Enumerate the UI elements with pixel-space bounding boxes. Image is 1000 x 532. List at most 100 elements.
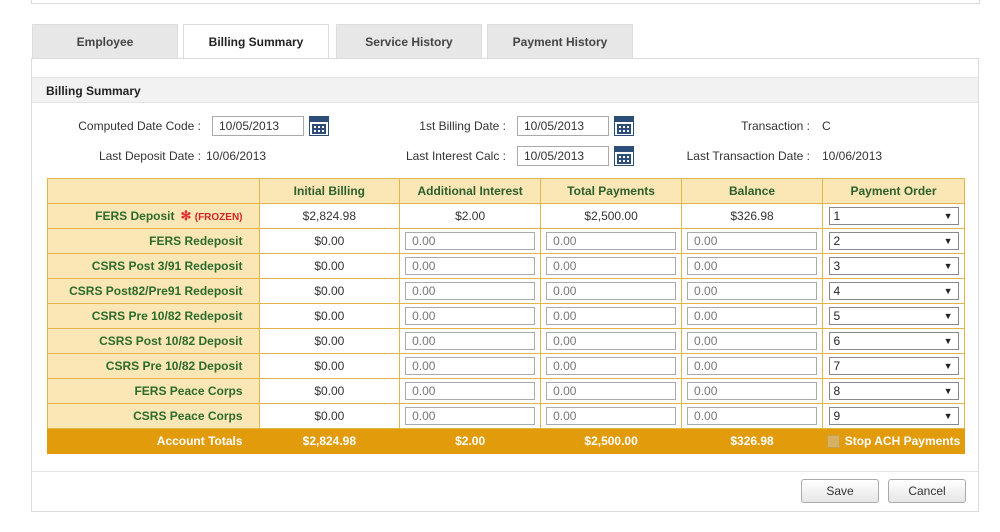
table-row: CSRS Post82/Pre91 Redeposit $0.00 4▼ bbox=[47, 278, 965, 304]
balance-value: $326.98 bbox=[681, 203, 824, 229]
row-label: CSRS Pre 10/82 Deposit bbox=[47, 353, 260, 379]
table-row: CSRS Post 10/82 Deposit $0.00 6▼ bbox=[47, 328, 965, 354]
initial-billing-value: $0.00 bbox=[258, 328, 401, 354]
payment-order-select[interactable]: 2 ▼ bbox=[828, 232, 959, 250]
balance-input[interactable] bbox=[687, 382, 818, 400]
frozen-asterisk-icon: ✻ bbox=[180, 208, 192, 223]
total-balance: $326.98 bbox=[681, 428, 824, 454]
last-transaction-date-label: Last Transaction Date : bbox=[686, 149, 810, 163]
top-frame bbox=[31, 0, 980, 4]
total-payments-input[interactable] bbox=[546, 282, 677, 300]
additional-interest-input[interactable] bbox=[405, 307, 536, 325]
totals-row: Account Totals $2,824.98 $2.00 $2,500.00… bbox=[47, 428, 965, 454]
transaction-label: Transaction : bbox=[741, 119, 810, 133]
calendar-icon[interactable] bbox=[309, 116, 329, 136]
balance-input[interactable] bbox=[687, 257, 818, 275]
last-deposit-date-value: 10/06/2013 bbox=[206, 149, 267, 163]
balance-input[interactable] bbox=[687, 282, 818, 300]
balance-input[interactable] bbox=[687, 357, 818, 375]
total-payments-input[interactable] bbox=[546, 357, 677, 375]
additional-interest-input[interactable] bbox=[405, 332, 536, 350]
dropdown-arrow-icon: ▼ bbox=[943, 411, 953, 421]
first-billing-date-label: 1st Billing Date : bbox=[419, 119, 506, 133]
total-payments: $2,500.00 bbox=[540, 428, 683, 454]
total-payments-value: $2,500.00 bbox=[540, 203, 683, 229]
row-label: FERS Deposit ✻ (FROZEN) bbox=[47, 203, 260, 229]
payment-order-select[interactable]: 4 ▼ bbox=[828, 282, 959, 300]
payment-order-select[interactable]: 6 ▼ bbox=[828, 332, 959, 350]
total-payments-input[interactable] bbox=[546, 232, 677, 250]
dropdown-arrow-icon: ▼ bbox=[943, 386, 953, 396]
computed-date-code-label: Computed Date Code : bbox=[78, 119, 201, 133]
tab-payment-history[interactable]: Payment History bbox=[487, 24, 633, 58]
frozen-label: (FROZEN) bbox=[194, 212, 243, 223]
payment-order-select[interactable]: 1 ▼ bbox=[828, 207, 959, 225]
billing-summary-panel: Billing Summary Computed Date Code : 1st… bbox=[31, 58, 979, 512]
stop-ach-cell: Stop ACH Payments bbox=[822, 428, 965, 454]
balance-input[interactable] bbox=[687, 332, 818, 350]
column-header: Payment Order bbox=[822, 178, 965, 204]
row-label: CSRS Peace Corps bbox=[47, 403, 260, 429]
payment-order-select[interactable]: 5 ▼ bbox=[828, 307, 959, 325]
column-header: Total Payments bbox=[540, 178, 683, 204]
initial-billing-value: $0.00 bbox=[258, 353, 401, 379]
payment-order-select[interactable]: 7 ▼ bbox=[828, 357, 959, 375]
save-button[interactable]: Save bbox=[801, 479, 879, 503]
additional-interest-input[interactable] bbox=[405, 257, 536, 275]
stop-ach-checkbox[interactable] bbox=[826, 435, 840, 449]
balance-input[interactable] bbox=[687, 407, 818, 425]
table-row: FERS Redeposit $0.00 2▼ bbox=[47, 228, 965, 254]
dropdown-arrow-icon: ▼ bbox=[943, 211, 953, 221]
additional-interest-input[interactable] bbox=[405, 282, 536, 300]
dropdown-arrow-icon: ▼ bbox=[943, 261, 953, 271]
total-payments-input[interactable] bbox=[546, 257, 677, 275]
initial-billing-value: $0.00 bbox=[258, 278, 401, 304]
stop-ach-label: Stop ACH Payments bbox=[844, 433, 961, 448]
section-title: Billing Summary bbox=[32, 77, 978, 103]
balance-input[interactable] bbox=[687, 232, 818, 250]
tab-billing-summary[interactable]: Billing Summary bbox=[183, 24, 329, 60]
last-transaction-date-value: 10/06/2013 bbox=[822, 149, 883, 163]
additional-interest-input[interactable] bbox=[405, 232, 536, 250]
additional-interest-input[interactable] bbox=[405, 357, 536, 375]
calendar-icon[interactable] bbox=[614, 146, 634, 166]
row-label: FERS Redeposit bbox=[47, 228, 260, 254]
row-label: CSRS Post82/Pre91 Redeposit bbox=[47, 278, 260, 304]
footer-divider bbox=[32, 471, 978, 472]
first-billing-date-input[interactable] bbox=[517, 116, 609, 136]
additional-interest-input[interactable] bbox=[405, 407, 536, 425]
table-row: CSRS Pre 10/82 Redeposit $0.00 5▼ bbox=[47, 303, 965, 329]
last-interest-calc-input[interactable] bbox=[517, 146, 609, 166]
computed-date-code-input[interactable] bbox=[212, 116, 304, 136]
last-deposit-date-label: Last Deposit Date : bbox=[98, 149, 201, 163]
calendar-icon[interactable] bbox=[614, 116, 634, 136]
totals-label: Account Totals bbox=[47, 428, 260, 454]
payment-order-select[interactable]: 3 ▼ bbox=[828, 257, 959, 275]
payment-order-select[interactable]: 8 ▼ bbox=[828, 382, 959, 400]
last-interest-calc-label: Last Interest Calc : bbox=[405, 149, 506, 163]
table-row: CSRS Post 3/91 Redeposit $0.00 3▼ bbox=[47, 253, 965, 279]
dropdown-arrow-icon: ▼ bbox=[943, 336, 953, 346]
table-row: FERS Deposit ✻ (FROZEN) $2,824.98 $2.00 $… bbox=[47, 203, 965, 229]
tab-employee[interactable]: Employee bbox=[32, 24, 178, 58]
row-label: CSRS Pre 10/82 Redeposit bbox=[47, 303, 260, 329]
total-payments-input[interactable] bbox=[546, 382, 677, 400]
billing-table: Initial Billing Additional Interest Tota… bbox=[47, 178, 965, 454]
table-row: CSRS Peace Corps $0.00 9▼ bbox=[47, 403, 965, 429]
total-additional-interest: $2.00 bbox=[399, 428, 542, 454]
table-row: CSRS Pre 10/82 Deposit $0.00 7▼ bbox=[47, 353, 965, 379]
table-row: FERS Peace Corps $0.00 8▼ bbox=[47, 378, 965, 404]
initial-billing-value: $0.00 bbox=[258, 303, 401, 329]
cancel-button[interactable]: Cancel bbox=[888, 479, 966, 503]
total-payments-input[interactable] bbox=[546, 332, 677, 350]
payment-order-select[interactable]: 9 ▼ bbox=[828, 407, 959, 425]
additional-interest-value: $2.00 bbox=[399, 203, 542, 229]
balance-input[interactable] bbox=[687, 307, 818, 325]
tab-service-history[interactable]: Service History bbox=[336, 24, 482, 58]
total-payments-input[interactable] bbox=[546, 407, 677, 425]
dropdown-arrow-icon: ▼ bbox=[943, 361, 953, 371]
total-payments-input[interactable] bbox=[546, 307, 677, 325]
row-label: CSRS Post 10/82 Deposit bbox=[47, 328, 260, 354]
column-header: Initial Billing bbox=[258, 178, 401, 204]
additional-interest-input[interactable] bbox=[405, 382, 536, 400]
